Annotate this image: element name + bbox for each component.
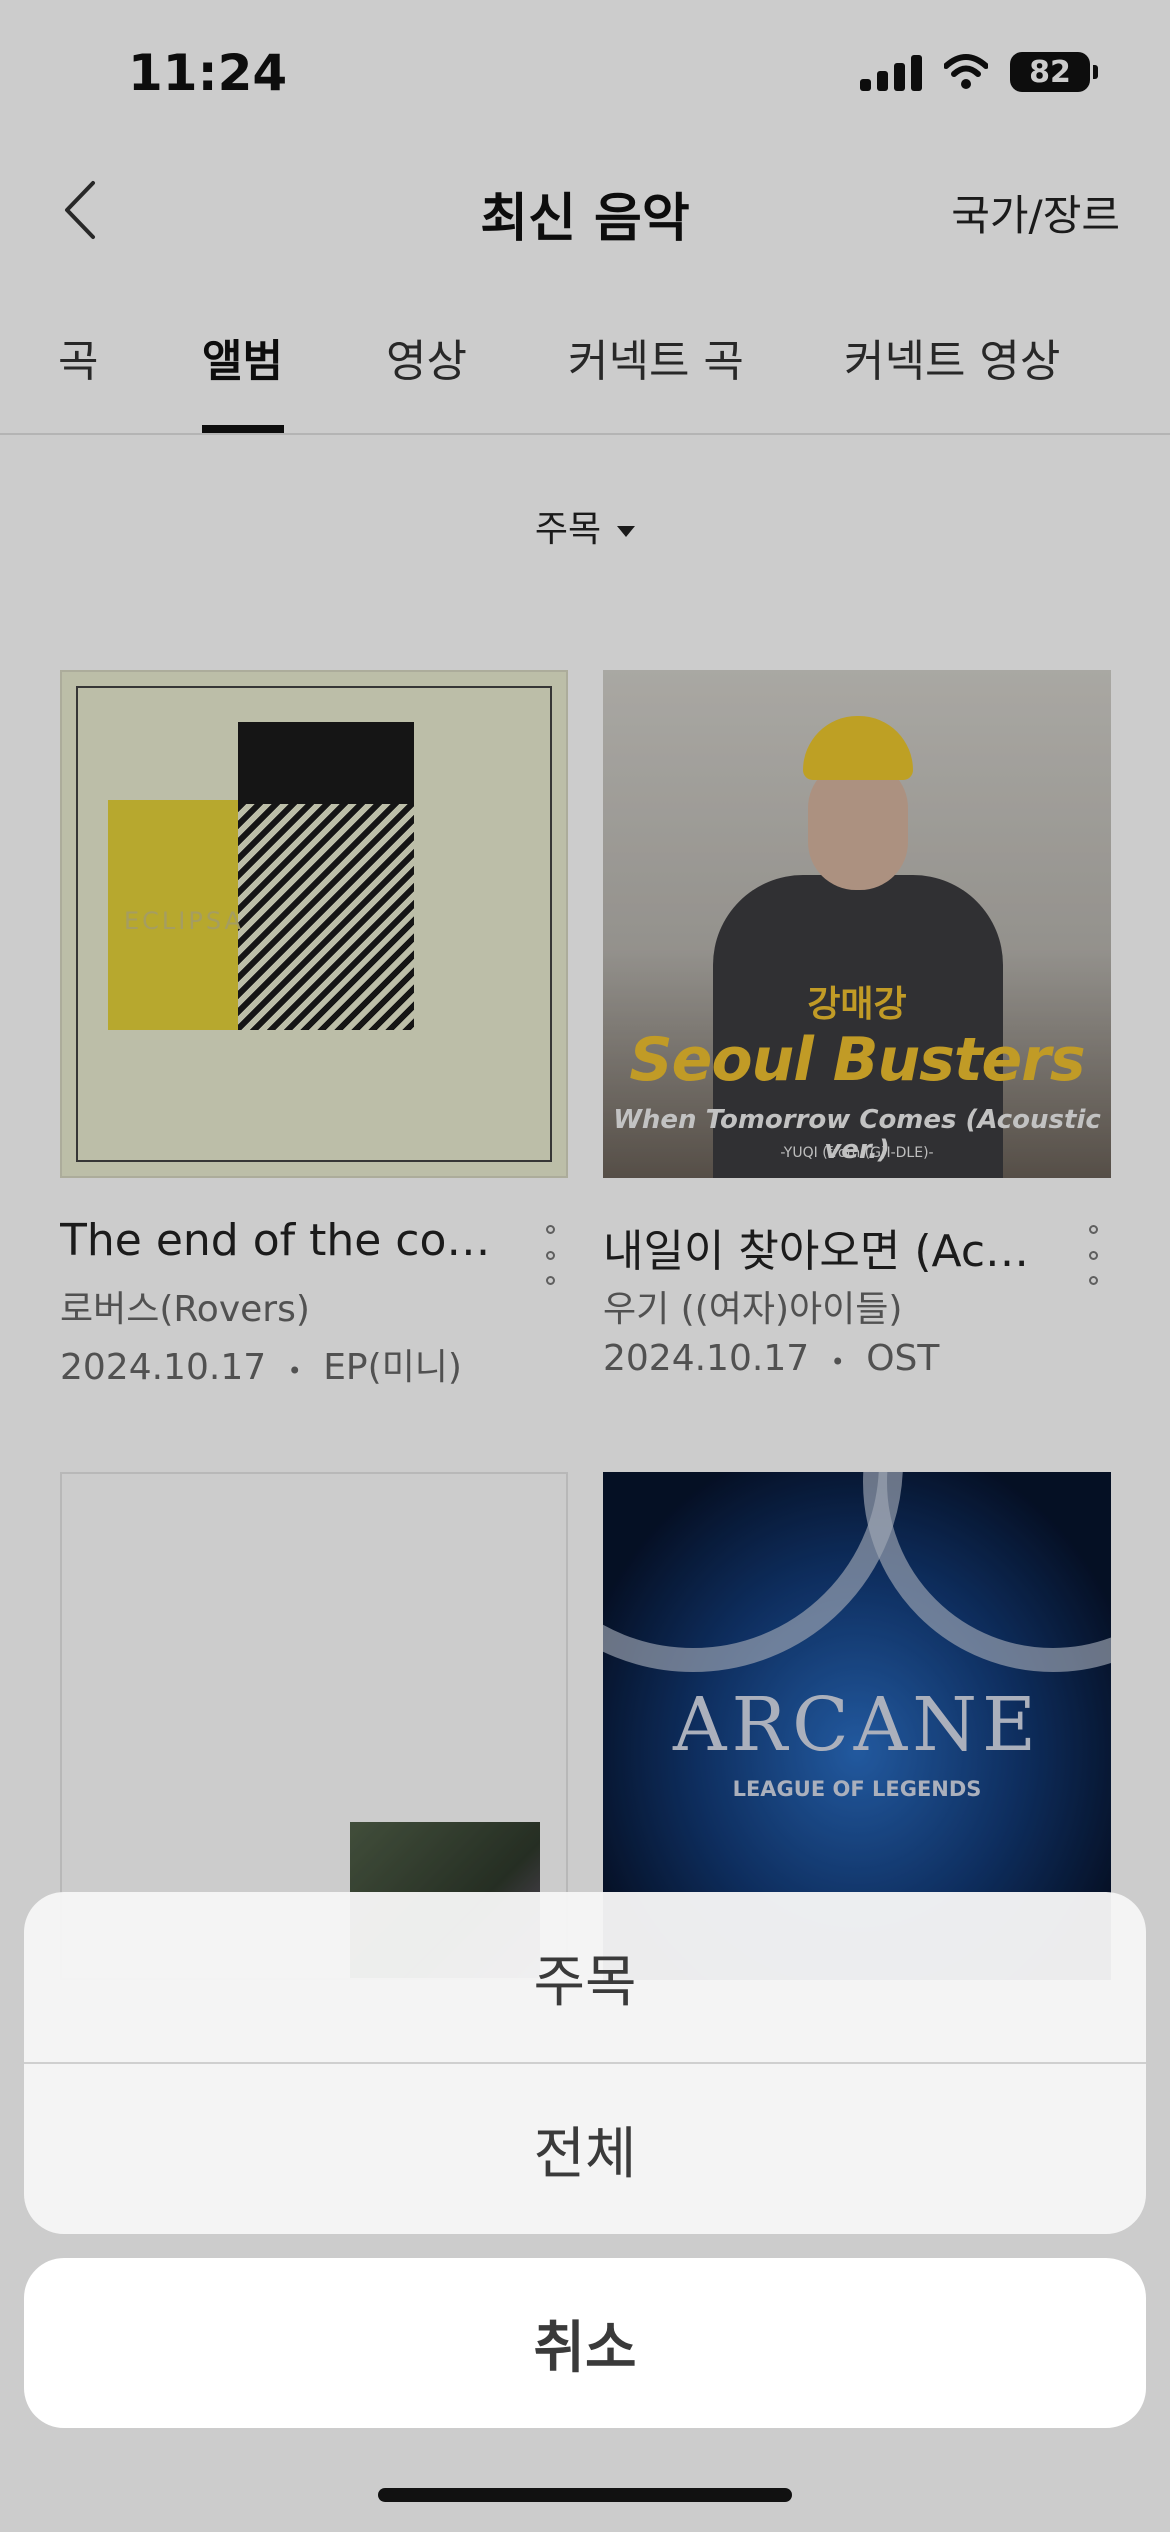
option-all[interactable]: 전체 [24,2064,1146,2234]
app-screen: 11:24 82 최신 음악 국가/장르 곡 앨범 영상 커넥트 곡 커넥트 영… [0,0,1170,2532]
home-indicator[interactable] [378,2488,792,2502]
cancel-button[interactable]: 취소 [24,2258,1146,2428]
option-featured[interactable]: 주목 [24,1892,1146,2062]
action-sheet: 주목 전체 [24,1892,1146,2234]
